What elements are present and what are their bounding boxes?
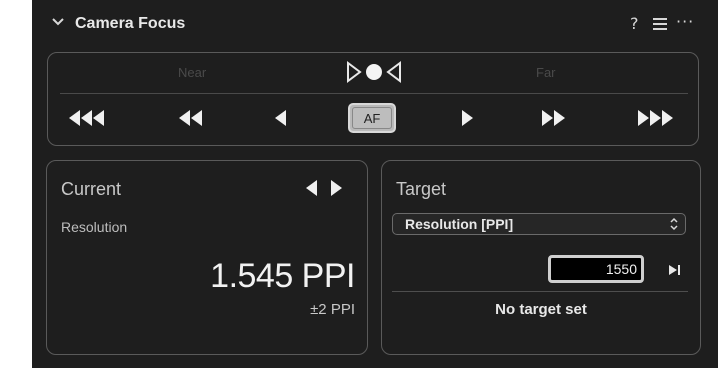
more-options-icon[interactable]: ··· (676, 12, 694, 31)
focus-divider (60, 93, 688, 94)
focus-position-indicator-icon (347, 61, 401, 83)
current-resolution-value: 1.545 PPI (210, 257, 355, 295)
target-value-input[interactable]: 1550 (548, 255, 644, 283)
current-title: Current (61, 179, 122, 199)
focus-far-large-icon (638, 110, 673, 126)
next-icon (331, 180, 342, 196)
target-title: Target (396, 179, 447, 199)
target-type-value: Resolution [PPI] (405, 216, 514, 232)
focus-far-large-button[interactable] (634, 101, 678, 135)
panel-title: Camera Focus (75, 15, 186, 32)
focus-near-small-icon (275, 110, 286, 126)
focus-near-large-button[interactable] (66, 101, 110, 135)
resolution-tolerance: ±2 PPI (310, 301, 355, 318)
af-label: AF (352, 107, 392, 129)
camera-focus-panel: Camera Focus ? ··· Near Far AF Current R… (32, 0, 718, 368)
panel-header[interactable]: Camera Focus ? ··· (32, 6, 718, 42)
focus-far-small-icon (462, 110, 473, 126)
target-type-select[interactable]: Resolution [PPI] (392, 213, 686, 235)
focus-near-large-icon (69, 110, 104, 126)
target-card: Target Resolution [PPI] 1550 No target s… (381, 160, 701, 355)
target-status-text: No target set (495, 301, 587, 318)
resolution-label: Resolution (61, 219, 128, 235)
list-menu-icon[interactable] (652, 17, 668, 31)
previous-icon (306, 180, 317, 196)
prev-next-arrows-icon[interactable] (303, 179, 347, 197)
help-icon[interactable]: ? (630, 14, 639, 33)
near-label: Near (178, 65, 207, 80)
focus-near-medium-icon (179, 110, 202, 126)
far-label: Far (536, 65, 556, 80)
autofocus-button[interactable]: AF (348, 103, 396, 133)
up-down-chevron-icon (670, 217, 678, 231)
focus-far-medium-icon (542, 110, 565, 126)
focus-near-small-button[interactable] (270, 101, 292, 135)
focus-far-medium-button[interactable] (538, 101, 570, 135)
chevron-down-icon[interactable] (50, 14, 66, 30)
go-to-end-icon[interactable] (666, 263, 682, 277)
focus-near-medium-button[interactable] (174, 101, 206, 135)
focus-far-small-button[interactable] (456, 101, 478, 135)
target-divider (392, 291, 688, 292)
focus-control-box: Near Far AF (47, 52, 699, 146)
current-card: Current Resolution 1.545 PPI ±2 PPI (46, 160, 368, 355)
